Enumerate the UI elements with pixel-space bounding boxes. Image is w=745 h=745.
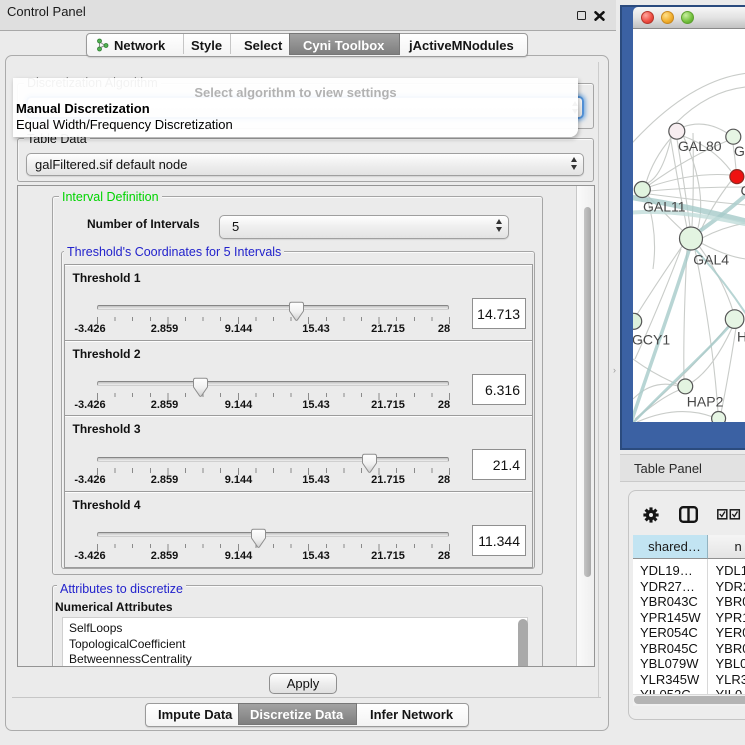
svg-text:GAL80: GAL80 xyxy=(678,137,722,153)
svg-text:GCY1: GCY1 xyxy=(633,331,670,347)
svg-text:H: H xyxy=(737,328,745,344)
svg-text:GAL11: GAL11 xyxy=(643,198,686,214)
svg-text:GA: GA xyxy=(734,143,745,159)
svg-text:HAP2: HAP2 xyxy=(686,393,723,409)
svg-text:GAL4: GAL4 xyxy=(693,251,729,267)
svg-text:C: C xyxy=(740,182,745,198)
